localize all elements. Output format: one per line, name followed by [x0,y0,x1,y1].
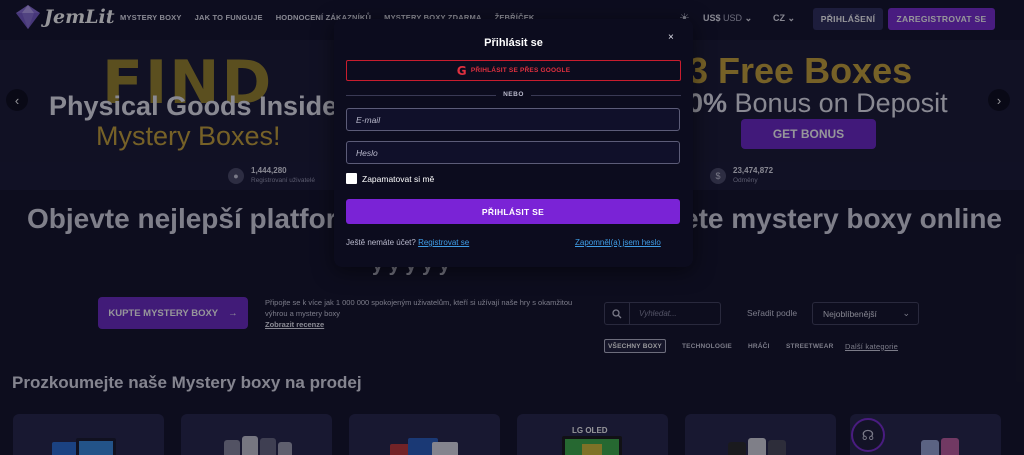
register-link[interactable]: Registrovat se [418,238,469,247]
email-field[interactable] [346,108,680,131]
divider-label: NEBO [503,91,524,98]
remember-checkbox[interactable] [346,173,357,184]
password-field[interactable] [346,141,680,164]
google-login-button[interactable]: G PŘIHLÁSIT SE PŘES GOOGLE [346,60,681,81]
modal-title: Přihlásit se [484,37,543,49]
no-account-text: Ještě nemáte účet? Registrovat se [346,238,469,247]
no-account-label: Ještě nemáte účet? [346,238,416,247]
remember-me[interactable]: Zapamatovat si mě [346,173,434,184]
close-icon[interactable]: × [668,32,674,43]
forgot-password-link[interactable]: Zapomněl(a) jsem heslo [575,238,661,247]
remember-label: Zapamatovat si mě [362,173,435,184]
login-submit-button[interactable]: PŘIHLÁSIT SE [346,199,680,224]
login-modal: Přihlásit se × G PŘIHLÁSIT SE PŘES GOOGL… [334,19,693,267]
google-icon: G [456,63,467,78]
google-login-label: PŘIHLÁSIT SE PŘES GOOGLE [470,67,571,74]
